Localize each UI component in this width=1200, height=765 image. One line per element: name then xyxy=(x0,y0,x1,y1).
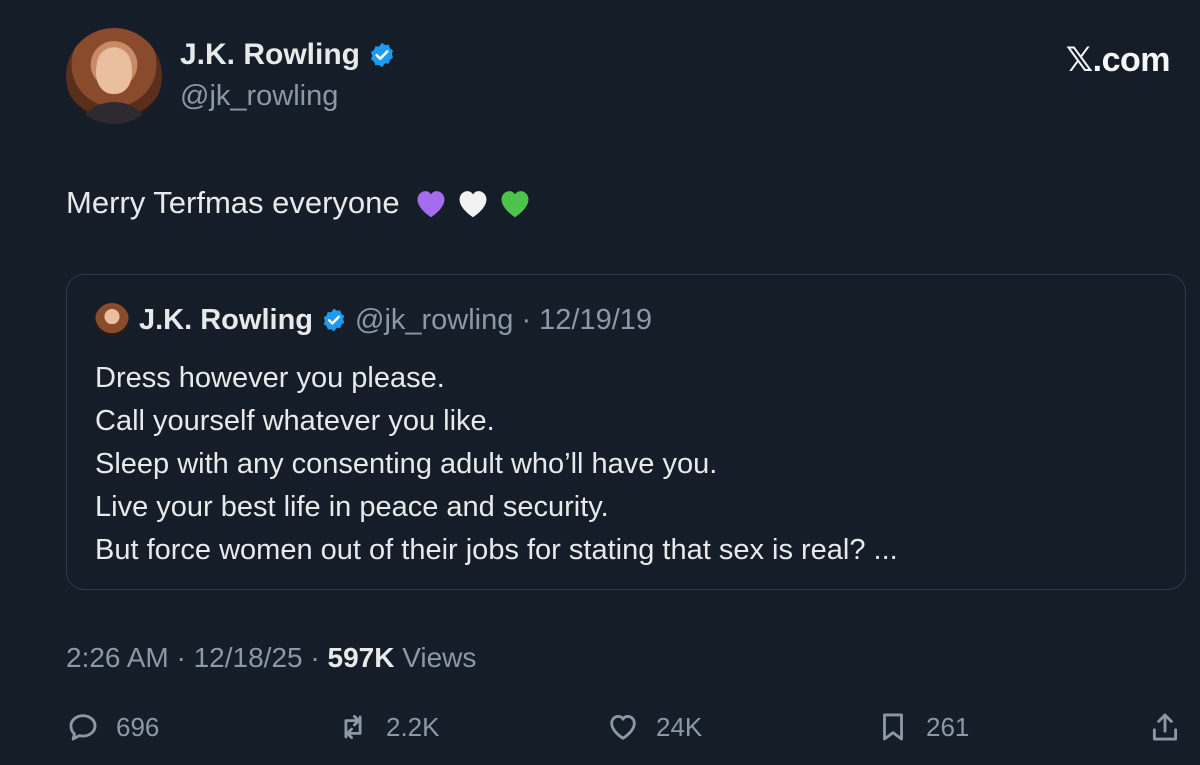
quoted-author-name: J.K. Rowling xyxy=(139,303,313,336)
bookmark-icon xyxy=(883,713,903,741)
purple-heart-icon xyxy=(417,191,445,218)
repost-button[interactable]: 2.2K xyxy=(336,710,440,744)
author-display-name[interactable]: J.K. Rowling xyxy=(180,38,360,72)
profile-avatar[interactable] xyxy=(66,28,162,124)
views-label: Views xyxy=(394,642,477,673)
quoted-tweet-card[interactable]: J.K. Rowling @jk_rowling · 12/19/19 Dres… xyxy=(66,274,1186,590)
repost-count: 2.2K xyxy=(386,711,440,742)
bookmark-button[interactable]: 261 xyxy=(876,710,969,744)
like-button[interactable]: 24K xyxy=(606,710,702,744)
avatar-face xyxy=(96,48,132,94)
white-heart-icon xyxy=(459,191,487,218)
x-brand-logo: 𝕏.com xyxy=(1065,41,1171,79)
like-count: 24K xyxy=(656,711,703,742)
reply-icon xyxy=(69,714,97,741)
quoted-tweet-header: J.K. Rowling @jk_rowling · 12/19/19 xyxy=(95,303,652,337)
tweet-text: Merry Terfmas everyone xyxy=(66,185,400,220)
share-icon xyxy=(1152,713,1178,741)
reply-button[interactable]: 696 xyxy=(66,710,159,744)
verified-badge-icon xyxy=(371,42,393,68)
heart-icon xyxy=(610,714,636,740)
quoted-line: Dress however you please. xyxy=(95,362,445,394)
tweet-body: Merry Terfmas everyone xyxy=(66,184,534,222)
tweet-action-bar: 696 2.2K 24K 261 xyxy=(66,710,1186,750)
verified-badge-icon xyxy=(323,308,345,332)
quoted-line: Call yourself whatever you like. xyxy=(95,405,495,437)
quoted-handle-date: @jk_rowling · 12/19/19 xyxy=(355,303,653,336)
quoted-line: Sleep with any consenting adult who’ll h… xyxy=(95,448,718,480)
author-name-row: J.K. Rowling xyxy=(180,38,396,72)
tweet-timestamp-views: 2:26 AM · 12/18/25 · 597K Views xyxy=(66,642,476,674)
avatar-shoulders xyxy=(74,102,154,124)
share-button[interactable] xyxy=(1148,710,1182,744)
bookmark-count: 261 xyxy=(926,711,970,742)
quoted-avatar xyxy=(95,303,129,337)
repost-icon xyxy=(344,714,362,740)
quoted-tweet-text: Dress however you please. Call yourself … xyxy=(95,357,898,572)
quoted-line: Live your best life in peace and securit… xyxy=(95,491,609,523)
views-count: 597K xyxy=(327,642,395,673)
author-handle[interactable]: @jk_rowling xyxy=(180,80,338,113)
green-heart-icon xyxy=(501,191,529,218)
quoted-line: But force women out of their jobs for st… xyxy=(95,534,898,566)
reply-count: 696 xyxy=(116,711,160,742)
heart-emojis xyxy=(412,184,534,222)
tweet-timestamp: 2:26 AM · 12/18/25 · xyxy=(66,642,328,673)
